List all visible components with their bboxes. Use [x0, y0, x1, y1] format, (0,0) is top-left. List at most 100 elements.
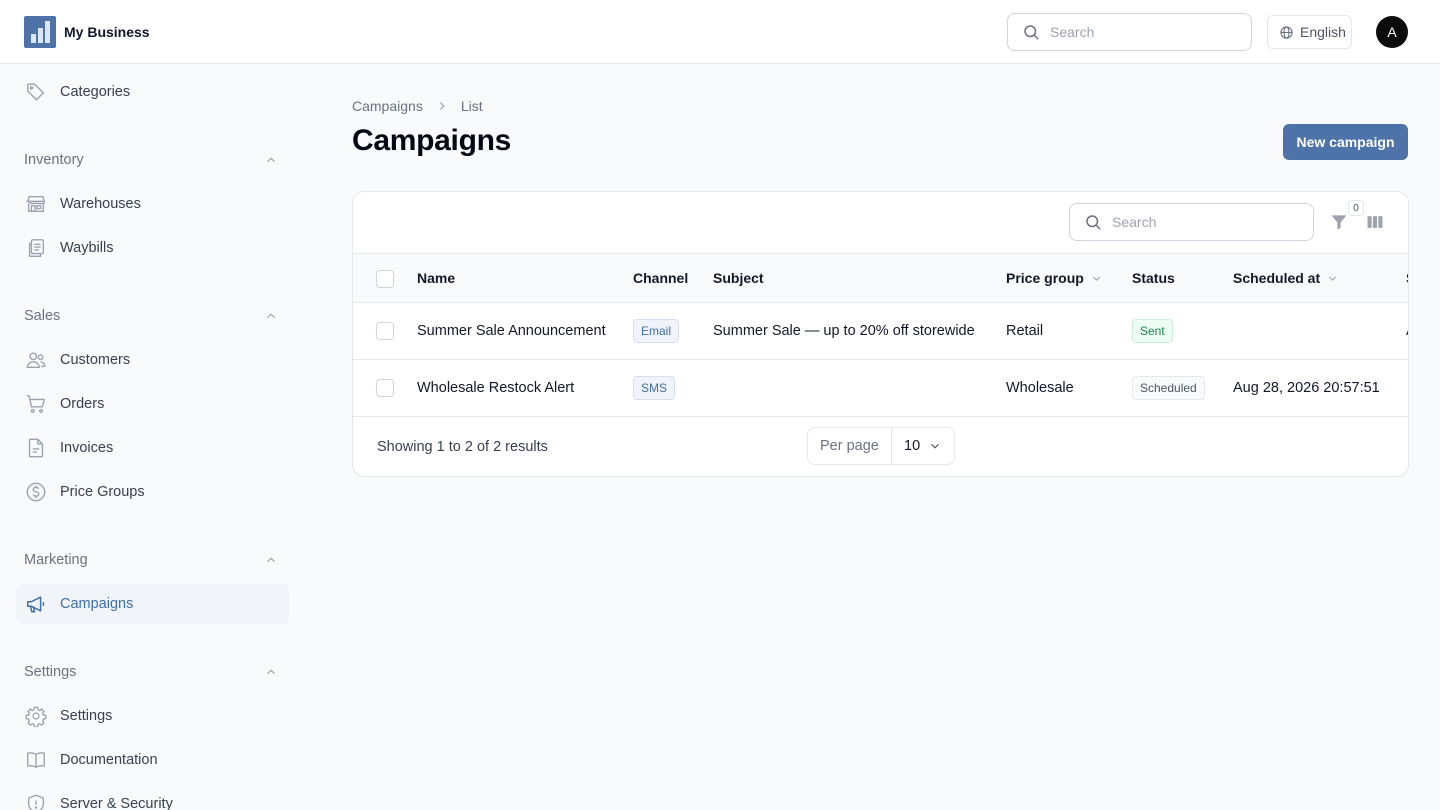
cell-subject: Summer Sale — up to 20% off storewide — [713, 323, 975, 339]
sidebar-item-label: Categories — [60, 84, 131, 100]
per-page-control[interactable]: Per page 10 — [807, 427, 955, 465]
currency-dollar-icon — [24, 480, 48, 504]
sidebar-item-warehouses[interactable]: Warehouses — [16, 184, 289, 224]
column-header-scheduled-at[interactable]: Scheduled at — [1233, 254, 1339, 302]
sidebar-item-label: Server & Security — [60, 796, 173, 810]
sidebar-item-label: Settings — [60, 708, 113, 724]
view-columns-icon — [1367, 216, 1383, 228]
chevron-down-icon — [1090, 272, 1103, 285]
sidebar-item-documentation[interactable]: Documentation — [16, 740, 289, 780]
global-search-field[interactable] — [1007, 13, 1252, 51]
chevron-down-icon — [931, 443, 939, 449]
shopping-cart-icon — [24, 392, 48, 416]
sidebar-item-label: Orders — [60, 396, 105, 412]
row-checkbox[interactable] — [376, 379, 394, 397]
cell-name: Wholesale Restock Alert — [417, 380, 575, 396]
nav-group-title: Marketing — [24, 552, 88, 568]
chevron-up-icon — [267, 669, 275, 675]
status-badge: Scheduled — [1132, 376, 1205, 400]
column-header-name: Name — [417, 270, 456, 286]
sidebar-item-invoices[interactable]: Invoices — [16, 428, 289, 468]
per-page-label: Per page — [808, 428, 892, 464]
language-switcher[interactable]: English — [1267, 15, 1352, 49]
chevron-up-icon — [267, 313, 275, 319]
global-search-input[interactable] — [1050, 24, 1230, 40]
user-avatar[interactable]: A — [1376, 16, 1408, 48]
table-search-input[interactable] — [1112, 214, 1292, 230]
breadcrumb: Campaigns List — [352, 96, 483, 116]
sidebar-item-customers[interactable]: Customers — [16, 340, 289, 380]
sidebar-item-label: Customers — [60, 352, 131, 368]
cell-price-group: Retail — [1006, 323, 1044, 339]
nav-group-title: Sales — [24, 308, 61, 324]
row-checkbox[interactable] — [376, 322, 394, 340]
sidebar-item-settings[interactable]: Settings — [16, 696, 289, 736]
filter-button[interactable] — [1329, 212, 1349, 232]
column-toggle-button[interactable] — [1365, 212, 1385, 232]
channel-badge: SMS — [633, 376, 676, 400]
nav-group-title: Settings — [24, 664, 77, 680]
gear-icon — [24, 704, 48, 728]
tag-icon — [24, 80, 48, 104]
sidebar-item-label: Campaigns — [60, 596, 134, 612]
breadcrumb-link-campaigns[interactable]: Campaigns — [352, 98, 423, 114]
sidebar-item-label: Invoices — [60, 440, 114, 456]
sidebar: Categories Inventory Warehouses Waybills… — [0, 65, 305, 810]
sidebar-item-server-security[interactable]: Server & Security — [16, 784, 289, 810]
cell-status: Sent — [1132, 303, 1173, 359]
cell-name: Summer Sale Announcement — [417, 323, 606, 339]
column-header-truncated: S — [1406, 254, 1408, 302]
table-header: Name Channel Subject Price group Status … — [353, 253, 1408, 303]
per-page-select[interactable]: 10 — [892, 428, 954, 464]
clipboard-document-list-icon — [24, 236, 48, 260]
brand-name: My Business — [64, 24, 150, 40]
filter-count-badge: 0 — [1348, 200, 1364, 216]
nav-group-inventory[interactable]: Inventory — [24, 148, 278, 172]
new-campaign-button[interactable]: New campaign — [1283, 124, 1408, 160]
cell-channel: Email — [633, 303, 680, 359]
chevron-right-icon — [435, 99, 449, 113]
page-title: Campaigns — [352, 124, 512, 157]
per-page-value: 10 — [904, 438, 921, 454]
sidebar-item-waybills[interactable]: Waybills — [16, 228, 289, 268]
status-badge: Sent — [1132, 319, 1173, 343]
pagination-summary: Showing 1 to 2 of 2 results — [377, 439, 548, 455]
globe-icon — [1280, 25, 1293, 39]
users-icon — [24, 348, 48, 372]
funnel-icon — [1331, 215, 1347, 230]
top-bar: My Business English A — [0, 0, 1440, 64]
sidebar-item-label: Documentation — [60, 752, 158, 768]
book-icon — [24, 748, 48, 772]
column-header-subject: Subject — [713, 270, 764, 286]
megaphone-icon — [24, 592, 48, 616]
nav-group-settings[interactable]: Settings — [24, 660, 278, 684]
brand-logo — [24, 16, 56, 48]
column-header-status: Status — [1132, 270, 1175, 286]
campaigns-table-card: 0 Name Channel Subject Price group Statu… — [352, 191, 1409, 477]
brand[interactable]: My Business — [24, 16, 150, 48]
cell-price-group: Wholesale — [1006, 380, 1074, 396]
language-label: English — [1300, 24, 1346, 40]
chevron-up-icon — [267, 557, 275, 563]
sidebar-item-categories[interactable]: Categories — [16, 72, 289, 112]
table-search-field[interactable] — [1069, 203, 1314, 241]
nav-group-marketing[interactable]: Marketing — [24, 548, 278, 572]
chevron-up-icon — [267, 157, 275, 163]
sidebar-item-campaigns[interactable]: Campaigns — [16, 584, 289, 624]
table-row[interactable]: Summer Sale Announcement Email Summer Sa… — [353, 303, 1408, 360]
cell-channel: SMS — [633, 360, 676, 416]
cell-truncated: A — [1406, 303, 1408, 359]
building-storefront-icon — [24, 192, 48, 216]
nav-group-sales[interactable]: Sales — [24, 304, 278, 328]
document-icon — [24, 436, 48, 460]
cell-status: Scheduled — [1132, 360, 1205, 416]
select-all-checkbox[interactable] — [376, 270, 394, 288]
table-row[interactable]: Wholesale Restock Alert SMS Wholesale Sc… — [353, 360, 1408, 417]
sidebar-item-label: Waybills — [60, 240, 114, 256]
sidebar-item-price-groups[interactable]: Price Groups — [16, 472, 289, 512]
column-header-price-group[interactable]: Price group — [1006, 254, 1103, 302]
breadcrumb-current: List — [460, 98, 483, 114]
column-header-channel: Channel — [633, 270, 689, 286]
sidebar-item-orders[interactable]: Orders — [16, 384, 289, 424]
cell-scheduled-at: Aug 28, 2026 20:57:51 — [1233, 380, 1380, 396]
